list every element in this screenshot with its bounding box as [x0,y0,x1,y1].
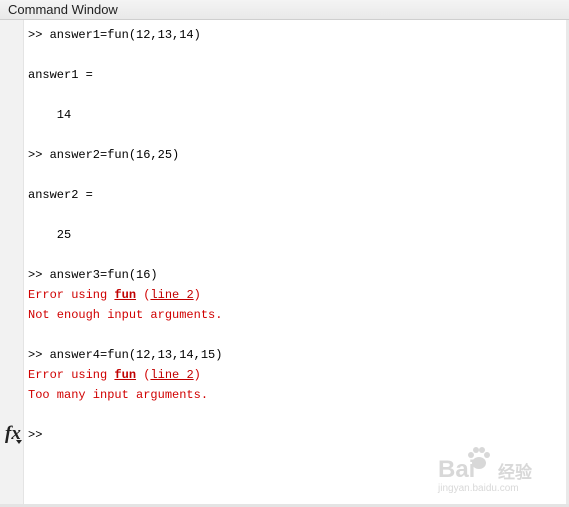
error-line-link[interactable]: line 2 [150,288,193,302]
chevron-down-icon[interactable] [16,440,22,444]
paw-icon [468,447,490,469]
error-message: Not enough input arguments. [28,308,223,322]
watermark-url: jingyan.baidu.com [438,483,519,494]
error-function-link[interactable]: fun [114,288,136,302]
error-line: Error using fun (line 2) [28,285,563,305]
error-suffix: ) [193,368,201,382]
command-input[interactable]: >> [28,425,42,445]
output-value: 25 [28,228,72,242]
command-line: >> answer4=fun(12,13,14,15) [28,348,223,362]
error-prefix: Error using [28,368,115,382]
output-label: answer2 = [28,188,93,202]
error-suffix: ) [193,288,201,302]
error-function-link[interactable]: fun [114,368,136,382]
console-output: >> answer1=fun(12,13,14) answer1 = 14 >>… [28,25,563,405]
watermark-brand-cn: 经验 [498,463,532,483]
command-line: >> answer1=fun(12,13,14) [28,28,201,42]
command-line: >> answer2=fun(16,25) [28,148,180,162]
error-message: Too many input arguments. [28,388,209,402]
error-prefix: Error using [28,288,115,302]
error-line-link[interactable]: line 2 [150,368,193,382]
title-bar: Command Window [0,0,569,20]
error-line: Error using fun (line 2) [28,365,563,385]
command-line: >> answer3=fun(16) [28,268,158,282]
error-sep: ( [136,368,151,382]
output-label: answer1 = [28,68,93,82]
watermark: Bai 经验 jingyan.baidu.com [438,440,558,500]
error-sep: ( [136,288,151,302]
window-title: Command Window [8,2,118,17]
watermark-brand: Bai [438,456,476,483]
command-window: Command Window >> answer1=fun(12,13,14) … [0,0,569,507]
output-value: 14 [28,108,72,122]
